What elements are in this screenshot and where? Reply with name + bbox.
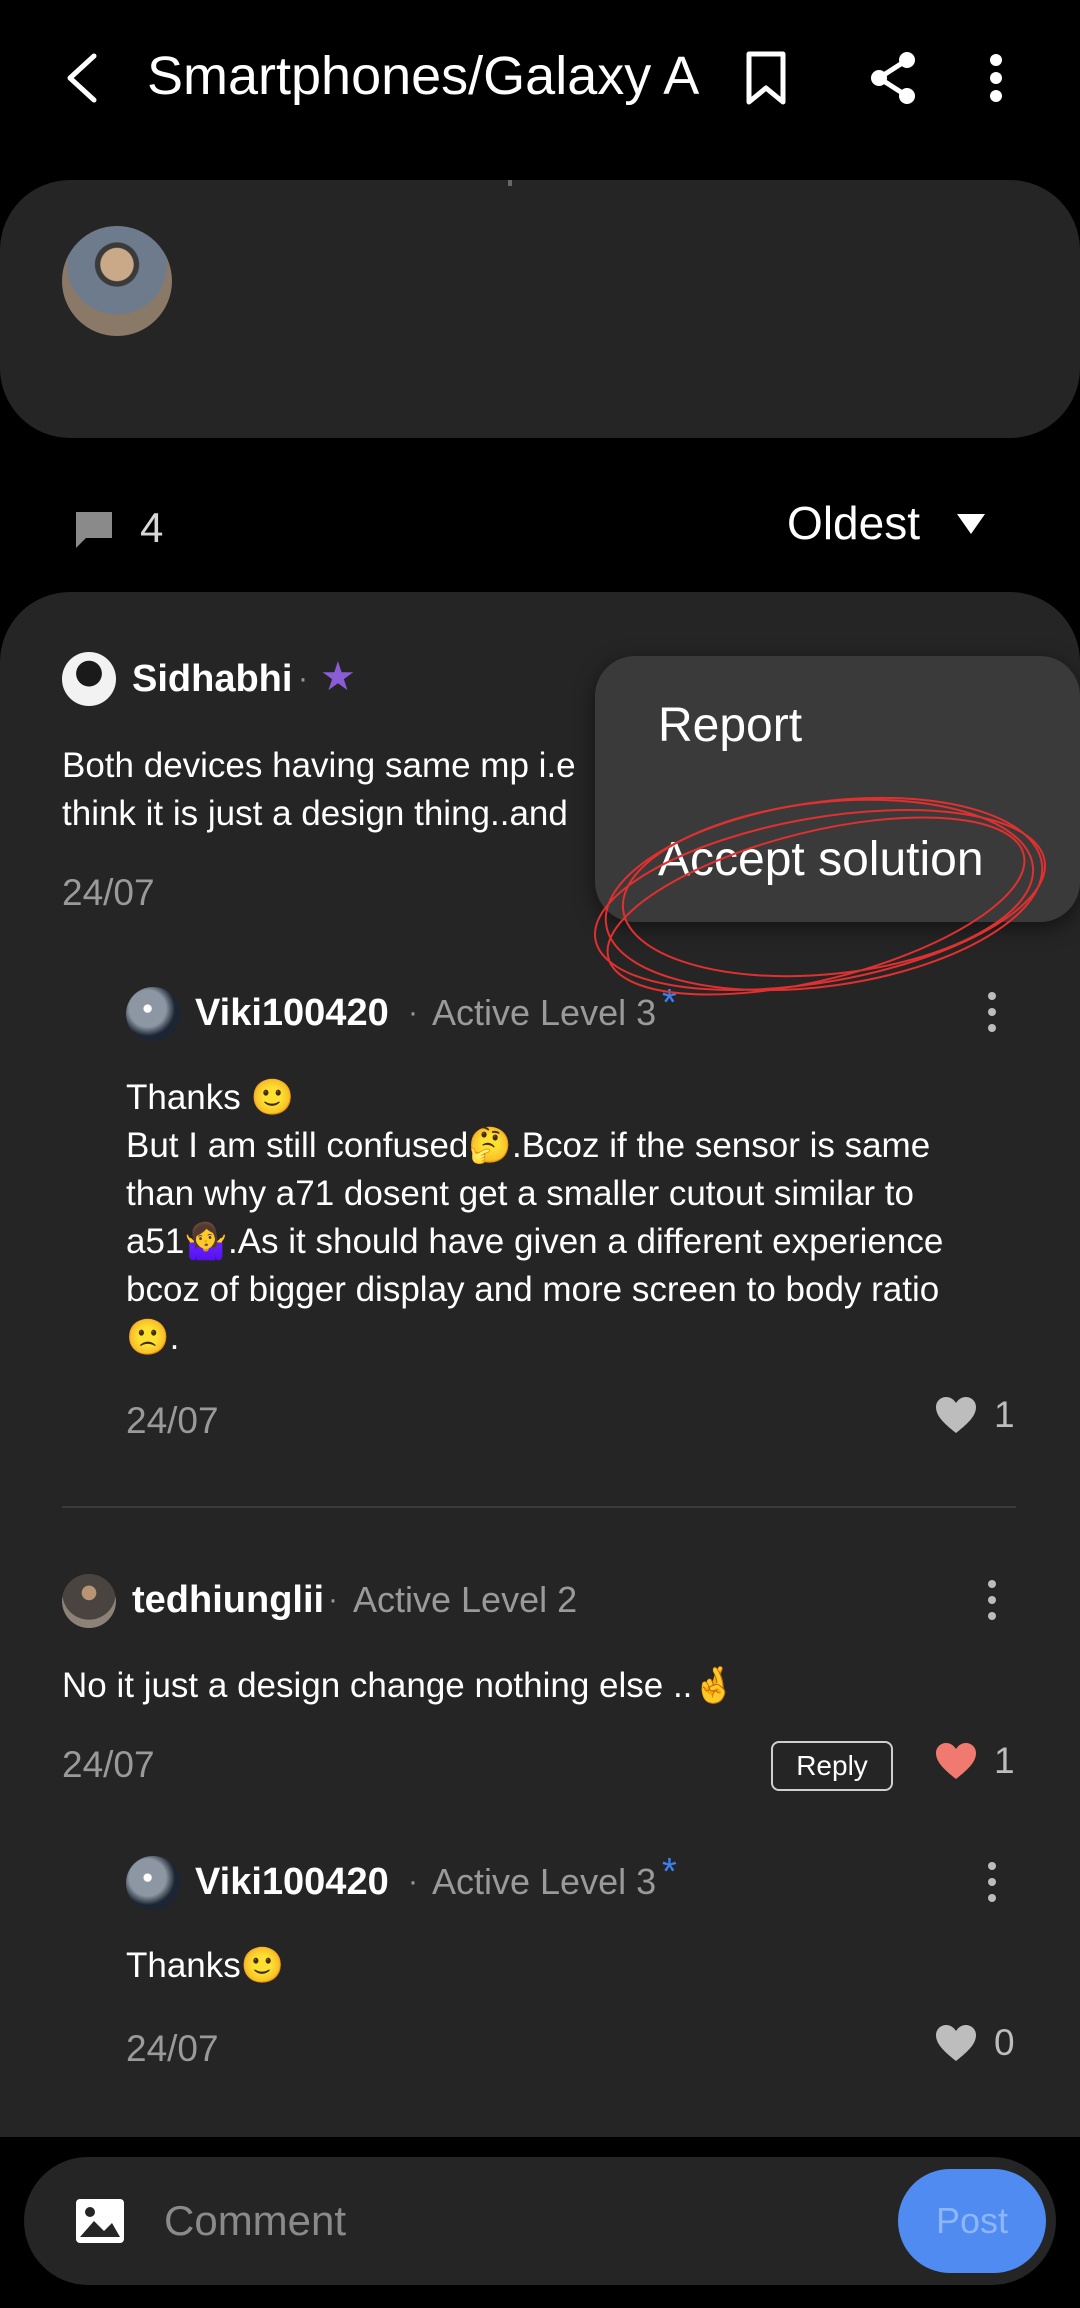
comment-text-line: bcoz of bigger display and more screen t… [126, 1270, 940, 1309]
chevron-down-icon[interactable] [957, 514, 985, 534]
comment-date: 24/07 [62, 1744, 155, 1785]
avatar[interactable] [126, 987, 180, 1041]
comment-text-line: Thanks 🙂 [126, 1078, 295, 1117]
comment-input[interactable] [164, 2183, 724, 2259]
user-level: Active Level 2 [353, 1579, 578, 1620]
post-author-avatar[interactable] [62, 226, 172, 336]
separator: · [408, 996, 418, 1029]
avatar[interactable] [126, 1856, 180, 1910]
comment-text-line: think it is just a design thing..and [62, 794, 568, 833]
comment-composer-bar: Post [0, 2137, 1080, 2308]
bookmark-button[interactable] [728, 40, 804, 116]
separator: · [408, 1865, 418, 1898]
app-header: Smartphones/Galaxy A [0, 0, 1080, 160]
comment-author[interactable]: Sidhabhi [132, 656, 292, 702]
bookmark-icon [746, 51, 786, 105]
menu-item-accept-solution[interactable]: Accept solution [658, 832, 984, 887]
like-count: 1 [994, 1740, 1015, 1781]
heart-icon [936, 1397, 976, 1433]
like-count: 0 [994, 2022, 1015, 2063]
comment-text-line: a51🤷‍♀️.As it should have given a differ… [126, 1222, 944, 1261]
comment-author[interactable]: Viki100420 [195, 990, 389, 1036]
reply-button[interactable]: Reply [771, 1741, 893, 1791]
comment-date: 24/07 [126, 2028, 219, 2069]
page-title: Smartphones/Galaxy A [147, 46, 700, 106]
comment-text-line: 🙁. [126, 1318, 180, 1357]
heart-icon [936, 1743, 976, 1779]
comment-date: 24/07 [62, 872, 155, 913]
separator: · [328, 1583, 338, 1616]
comment-more-button[interactable] [972, 1852, 1012, 1912]
heart-icon [936, 2025, 976, 2061]
back-button[interactable] [50, 38, 114, 118]
comment-composer: Post [24, 2157, 1056, 2285]
sort-dropdown[interactable]: Oldest [787, 496, 920, 550]
more-vertical-icon [990, 54, 1002, 102]
user-level: Active Level 3 [432, 992, 657, 1033]
separator: · [298, 662, 308, 695]
avatar[interactable] [62, 652, 116, 706]
comment-author[interactable]: Viki100420 [195, 1859, 389, 1905]
comment-more-button[interactable] [972, 1570, 1012, 1630]
image-icon[interactable] [74, 2197, 126, 2245]
divider [62, 1506, 1016, 1508]
divider-mark [508, 180, 512, 186]
post-button[interactable]: Post [898, 2169, 1046, 2273]
avatar[interactable] [62, 1574, 116, 1628]
comment-icon [76, 512, 112, 548]
like-button[interactable]: 0 [934, 2022, 1015, 2064]
star-badge-icon: ★ [320, 655, 356, 699]
comment-count: 4 [140, 504, 164, 551]
menu-item-report[interactable]: Report [658, 698, 802, 753]
comment-text: No it just a design change nothing else … [62, 1666, 736, 1705]
back-arrow-icon [67, 53, 97, 103]
share-icon [871, 52, 915, 104]
comment-count-row: 4 Oldest [0, 490, 1080, 570]
comment-text: Thanks🙂 [126, 1946, 285, 1985]
like-count: 1 [994, 1394, 1015, 1435]
comment-author[interactable]: tedhiunglii [132, 1577, 324, 1623]
user-level: Active Level 3 [432, 1861, 657, 1902]
level-star-icon: * [662, 1851, 677, 1893]
comment-date: 24/07 [126, 1400, 219, 1441]
like-button[interactable]: 1 [934, 1740, 1015, 1782]
comment-more-button[interactable] [972, 982, 1012, 1042]
share-button[interactable] [855, 40, 931, 116]
like-button[interactable]: 1 [934, 1394, 1015, 1436]
comment-text-line: But I am still confused🤔.Bcoz if the sen… [126, 1126, 931, 1165]
level-star-icon: * [662, 982, 677, 1024]
comment-options-menu: Report Accept solution [595, 656, 1080, 922]
post-card [0, 180, 1080, 438]
comment-text-line: than why a71 dosent get a smaller cutout… [126, 1174, 914, 1213]
comment-text-line: Both devices having same mp i.e [62, 746, 576, 785]
more-options-button[interactable] [958, 40, 1034, 116]
